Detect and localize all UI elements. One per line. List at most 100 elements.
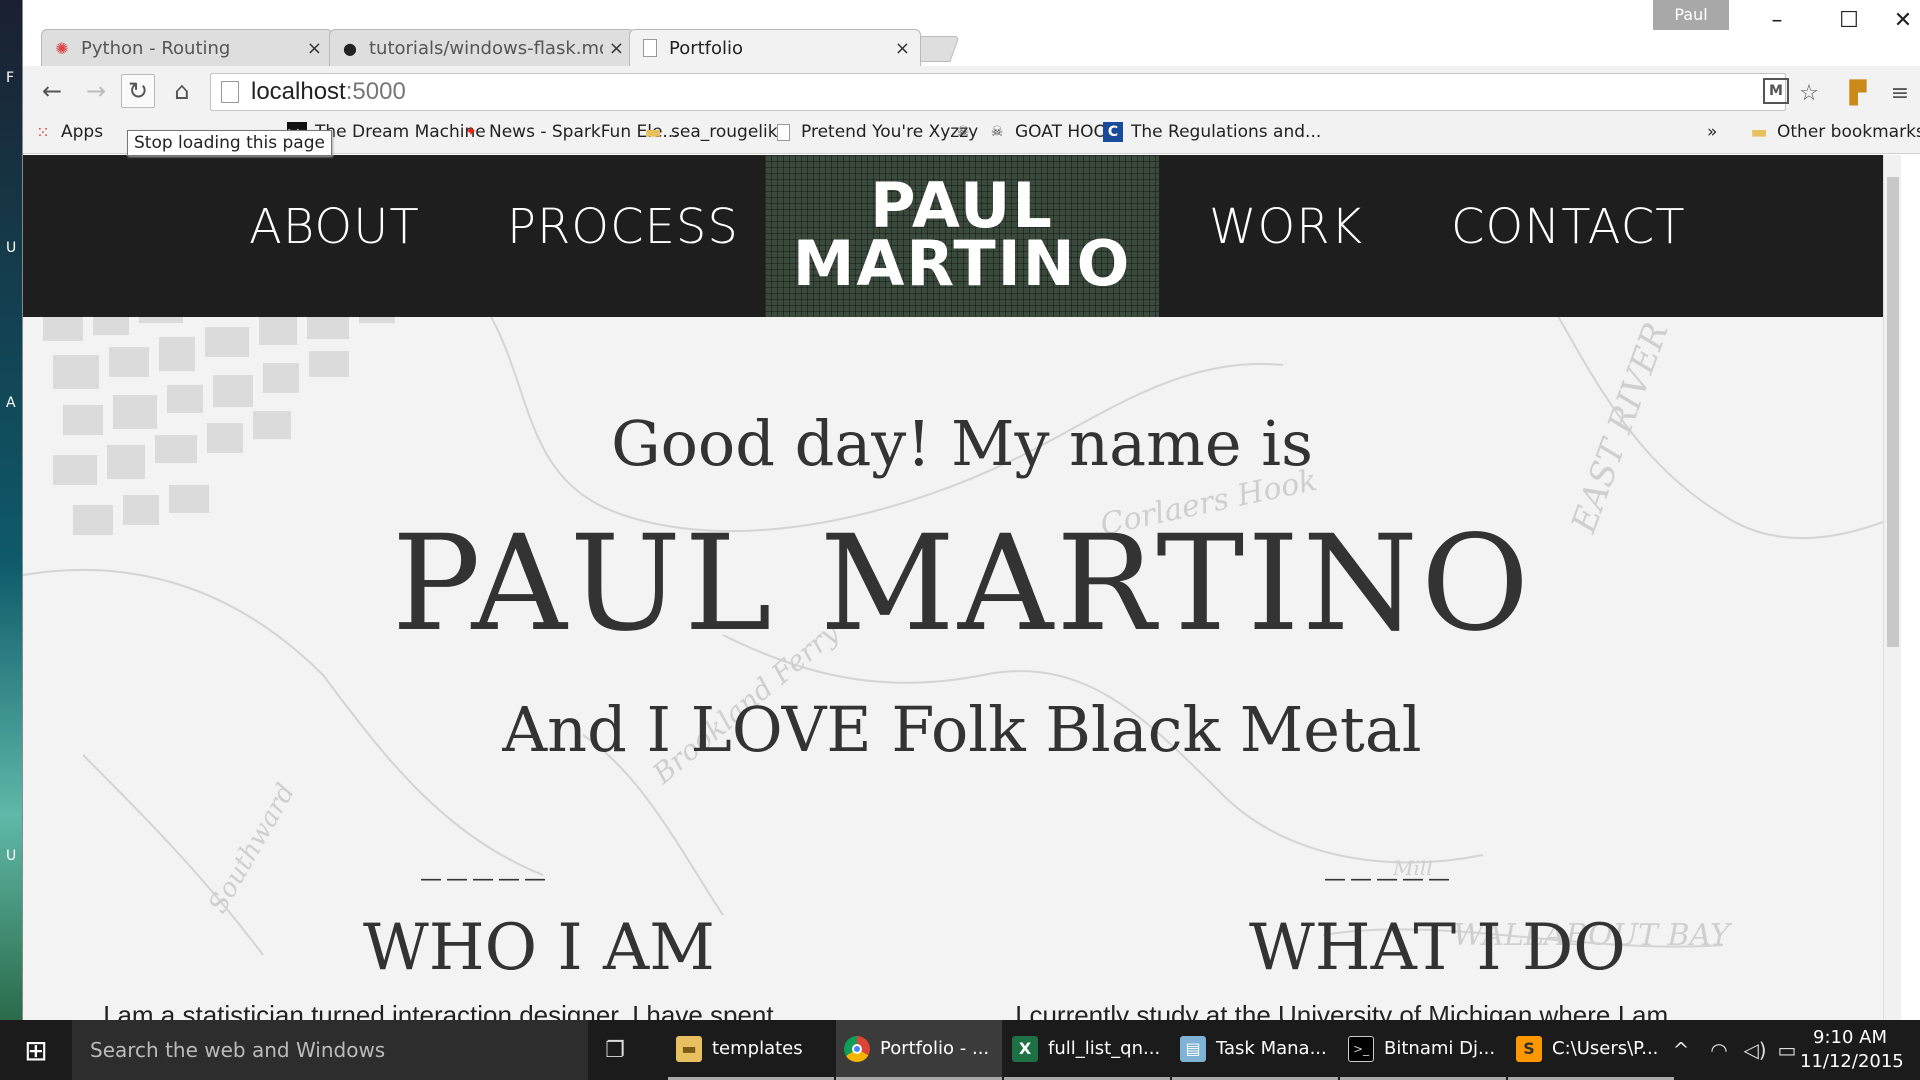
- desktop-glyph: U: [6, 240, 17, 256]
- desktop-background: F U A U: [0, 0, 24, 1020]
- clock-date: 11/12/2015: [1800, 1051, 1904, 1072]
- browser-window: ✺ Python - Routing × ● tutorials/windows…: [22, 0, 1920, 1020]
- bookmark-manager-icon[interactable]: ▛: [1843, 78, 1873, 108]
- taskbar-item-label: Task Mana...: [1216, 1038, 1327, 1059]
- desktop-glyph: F: [6, 70, 15, 86]
- taskbar-item-label: Portfolio - ...: [880, 1038, 990, 1059]
- close-icon[interactable]: ×: [609, 38, 624, 59]
- taskbar-item-label: templates: [712, 1038, 803, 1059]
- tab-github-tutorial[interactable]: ● tutorials/windows-flask.md ×: [329, 29, 635, 66]
- back-arrow-icon[interactable]: ←: [35, 74, 69, 108]
- task-manager-icon: ▤: [1180, 1035, 1206, 1062]
- section-body-what-i-do: I currently study at the University of M…: [1015, 1000, 1669, 1020]
- hero-greeting: Good day! My name is: [611, 407, 1313, 480]
- tab-title: Python - Routing: [81, 37, 231, 59]
- nav-work[interactable]: WORK: [1209, 199, 1363, 255]
- menu-icon[interactable]: ≡: [1885, 78, 1915, 108]
- clock-time: 9:10 AM: [1813, 1027, 1887, 1048]
- bookmark-label: Other bookmarks: [1777, 122, 1920, 142]
- close-icon[interactable]: ×: [895, 38, 910, 59]
- address-host: localhost: [251, 78, 346, 105]
- taskbar-item-templates[interactable]: ▬ templates: [668, 1020, 834, 1080]
- taskbar-item-sublime[interactable]: S C:\Users\P...: [1508, 1020, 1674, 1080]
- section-title-who-i-am: WHO I AM: [363, 911, 715, 985]
- tab-portfolio[interactable]: Portfolio ×: [629, 29, 921, 66]
- profile-badge[interactable]: Paul: [1653, 0, 1729, 30]
- close-icon[interactable]: ×: [307, 38, 322, 59]
- python-favicon: ✺: [55, 38, 69, 58]
- page-scrollbar[interactable]: [1883, 155, 1901, 1020]
- minimize-button[interactable]: –: [1741, 0, 1813, 40]
- home-icon[interactable]: ⌂: [165, 74, 199, 108]
- hero-tagline: And I LOVE Folk Black Metal: [502, 693, 1422, 766]
- taskbar-item-excel[interactable]: X full_list_qn...: [1004, 1020, 1170, 1080]
- tab-python-routing[interactable]: ✺ Python - Routing ×: [41, 29, 333, 66]
- windows-start-icon[interactable]: ⊞: [0, 1020, 72, 1080]
- chrome-icon: [844, 1035, 870, 1062]
- hero-name: PAUL MARTINO: [391, 507, 1533, 661]
- bookmark-goat-hoof[interactable]: ☠ GOAT HOOF: [987, 122, 1117, 142]
- browser-toolbar: ← → ↻ ⌂ localhost:5000 M ☆ ▛ ≡: [23, 66, 1920, 114]
- taskbar-item-label: C:\Users\P...: [1552, 1038, 1659, 1059]
- taskbar-item-label: full_list_qn...: [1048, 1038, 1161, 1059]
- section-divider: _____: [1325, 835, 1455, 881]
- apps-grid-icon: ⁙: [36, 122, 50, 142]
- extension-icon[interactable]: M: [1763, 78, 1789, 104]
- web-page-viewport: Corlaers Hook EAST RIVER Brookland Ferry…: [23, 155, 1901, 1020]
- excel-icon: X: [1012, 1035, 1038, 1062]
- task-view-icon[interactable]: ❐: [600, 1036, 630, 1064]
- scrollbar-thumb[interactable]: [1887, 177, 1899, 647]
- folder-icon: ▬: [676, 1035, 702, 1062]
- taskbar-item-chrome-portfolio[interactable]: Portfolio - ...: [836, 1020, 1002, 1080]
- nav-process[interactable]: PROCESS: [507, 199, 739, 255]
- tab-strip: ✺ Python - Routing × ● tutorials/windows…: [23, 0, 1920, 66]
- c-favicon: C: [1103, 122, 1123, 142]
- section-body-who-i-am: I am a statistician turned interaction d…: [103, 1000, 774, 1020]
- nav-about[interactable]: ABOUT: [249, 199, 420, 255]
- bookmark-sea-rougelike[interactable]: ▬ sea_rougelike: [643, 121, 788, 143]
- bookmark-label: GOAT HOOF: [1015, 122, 1117, 142]
- taskbar-item-bitnami[interactable]: >_ Bitnami Dj...: [1340, 1020, 1506, 1080]
- star-icon[interactable]: ☆: [1794, 78, 1824, 108]
- taskbar-item-label: Bitnami Dj...: [1384, 1038, 1496, 1059]
- tab-title: Portfolio: [669, 37, 744, 59]
- close-window-button[interactable]: ✕: [1883, 0, 1920, 40]
- skull-favicon: ☠: [990, 124, 1004, 140]
- terminal-icon: >_: [1348, 1035, 1374, 1062]
- site-nav: ABOUT PROCESS PAUL MARTINO WORK CONTACT: [23, 155, 1901, 317]
- sparkfun-favicon: ✦: [465, 124, 477, 140]
- bookmark-other-bookmarks[interactable]: ▬ Other bookmarks: [1749, 122, 1920, 143]
- chevron-up-icon[interactable]: ^: [1666, 1020, 1696, 1080]
- notification-icon[interactable]: ▭: [1772, 1020, 1802, 1080]
- bookmark-regulations[interactable]: C The Regulations and...: [1103, 122, 1321, 142]
- github-favicon: ●: [343, 38, 357, 58]
- section-divider: _____: [421, 835, 551, 881]
- taskbar-item-task-manager[interactable]: ▤ Task Mana...: [1172, 1020, 1338, 1080]
- wifi-icon[interactable]: ◠: [1702, 1020, 1736, 1080]
- forward-arrow-icon[interactable]: →: [79, 74, 113, 108]
- tab-title: tutorials/windows-flask.md: [369, 37, 603, 59]
- chevron-right-icon: »: [1707, 122, 1718, 142]
- address-port: :5000: [345, 78, 406, 105]
- bookmark-label: sea_rougelike: [671, 122, 788, 142]
- taskbar-clock[interactable]: 9:10 AM 11/12/2015: [1800, 1026, 1904, 1074]
- address-bar[interactable]: localhost:5000: [210, 73, 1786, 111]
- bookmark-label: Pretend You're Xyzzy: [801, 122, 979, 142]
- bookmarks-overflow-button[interactable]: »: [1707, 122, 1717, 142]
- skull-favicon: ☠: [956, 124, 970, 140]
- logo-line-2: MARTINO: [792, 227, 1132, 300]
- bookmark-pretend-youre-xyzzy[interactable]: Pretend You're Xyzzy: [773, 122, 978, 142]
- site-logo[interactable]: PAUL MARTINO: [765, 155, 1159, 317]
- page-icon: [773, 122, 793, 142]
- bookmark-label: The Regulations and...: [1131, 122, 1322, 142]
- desktop-glyph: U: [6, 848, 17, 864]
- tooltip: Stop loading this page: [127, 130, 332, 156]
- bookmark-skull[interactable]: ☠: [953, 122, 981, 142]
- maximize-button[interactable]: ☐: [1813, 0, 1885, 40]
- taskbar-search-box[interactable]: Search the web and Windows: [72, 1020, 588, 1080]
- bookmark-apps[interactable]: ⁙ Apps: [33, 122, 103, 142]
- reload-icon[interactable]: ↻: [121, 74, 155, 108]
- nav-contact[interactable]: CONTACT: [1451, 199, 1686, 255]
- volume-icon[interactable]: ◁): [1738, 1020, 1772, 1080]
- folder-icon: ▬: [644, 121, 662, 143]
